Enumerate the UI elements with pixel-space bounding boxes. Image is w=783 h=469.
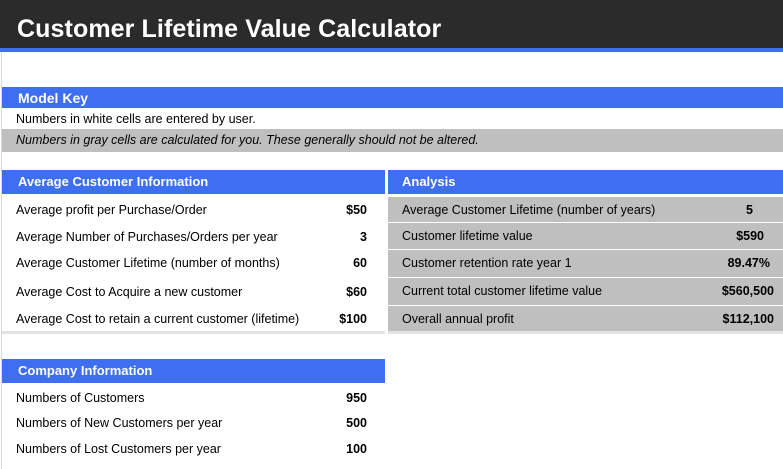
- avg-customer-header: Average Customer Information: [2, 170, 385, 194]
- row-label: Average Number of Purchases/Orders per y…: [16, 230, 278, 244]
- input-cell[interactable]: $60: [346, 285, 367, 299]
- calc-row: Average Customer Lifetime (number of yea…: [388, 197, 783, 223]
- page-title: Customer Lifetime Value Calculator: [17, 15, 442, 43]
- section-divider: [2, 331, 385, 334]
- calc-cell: 5: [746, 203, 753, 217]
- calc-cell: $560,500: [721, 284, 774, 298]
- input-row[interactable]: Average Customer Lifetime (number of mon…: [0, 250, 385, 276]
- analysis-header: Analysis: [388, 170, 783, 194]
- row-label: Average Customer Lifetime (number of mon…: [16, 256, 280, 270]
- row-label: Numbers of Lost Customers per year: [16, 442, 221, 456]
- title-bar: Customer Lifetime Value Calculator: [0, 0, 783, 52]
- calc-row: Current total customer lifetime value $5…: [388, 278, 783, 306]
- input-cell[interactable]: $100: [339, 312, 367, 326]
- model-key-heading: Model Key: [18, 90, 89, 106]
- company-header: Company Information: [2, 359, 385, 383]
- company-heading: Company Information: [18, 363, 153, 378]
- input-row[interactable]: Numbers of New Customers per year 500: [0, 410, 385, 436]
- row-label: Numbers of New Customers per year: [16, 416, 223, 430]
- white-cells-note: Numbers in white cells are entered by us…: [16, 112, 256, 126]
- input-cell[interactable]: 500: [346, 416, 367, 430]
- calc-row: Customer retention rate year 1 89.47%: [388, 250, 783, 278]
- avg-customer-heading: Average Customer Information: [18, 174, 209, 189]
- row-label: Customer lifetime value: [402, 229, 533, 243]
- row-label: Average Cost to Acquire a new customer: [16, 285, 243, 299]
- row-label: Average profit per Purchase/Order: [16, 203, 207, 217]
- calc-row: Overall annual profit $112,100: [388, 306, 783, 331]
- input-row[interactable]: Numbers of Customers 950: [0, 385, 385, 411]
- row-label: Customer retention rate year 1: [402, 256, 572, 270]
- row-label: Average Cost to retain a current custome…: [16, 312, 300, 326]
- input-row[interactable]: Average profit per Purchase/Order $50: [0, 197, 385, 223]
- input-row[interactable]: Numbers of Lost Customers per year 100: [0, 436, 385, 462]
- input-cell[interactable]: 60: [353, 256, 367, 270]
- input-cell[interactable]: 950: [346, 391, 367, 405]
- input-row[interactable]: Average Cost to Acquire a new customer $…: [0, 279, 385, 305]
- gray-cells-note-row: Numbers in gray cells are calculated for…: [2, 129, 783, 152]
- input-cell[interactable]: 3: [360, 230, 367, 244]
- row-label: Numbers of Customers: [16, 391, 145, 405]
- row-label: Average Customer Lifetime (number of yea…: [402, 203, 656, 217]
- input-cell[interactable]: 100: [346, 442, 367, 456]
- calc-cell: $590: [736, 229, 764, 243]
- calc-cell: 89.47%: [727, 256, 770, 270]
- input-cell[interactable]: $50: [346, 203, 367, 217]
- gray-cells-note: Numbers in gray cells are calculated for…: [16, 133, 479, 147]
- input-row[interactable]: Average Number of Purchases/Orders per y…: [0, 224, 385, 250]
- calc-cell: $112,100: [722, 312, 774, 326]
- analysis-heading: Analysis: [402, 174, 456, 189]
- calc-row: Customer lifetime value $590: [388, 223, 783, 250]
- model-key-header: Model Key: [2, 87, 783, 108]
- section-divider: [388, 331, 783, 334]
- row-label: Current total customer lifetime value: [402, 284, 603, 298]
- input-row[interactable]: Average Cost to retain a current custome…: [0, 306, 385, 332]
- row-label: Overall annual profit: [402, 312, 514, 326]
